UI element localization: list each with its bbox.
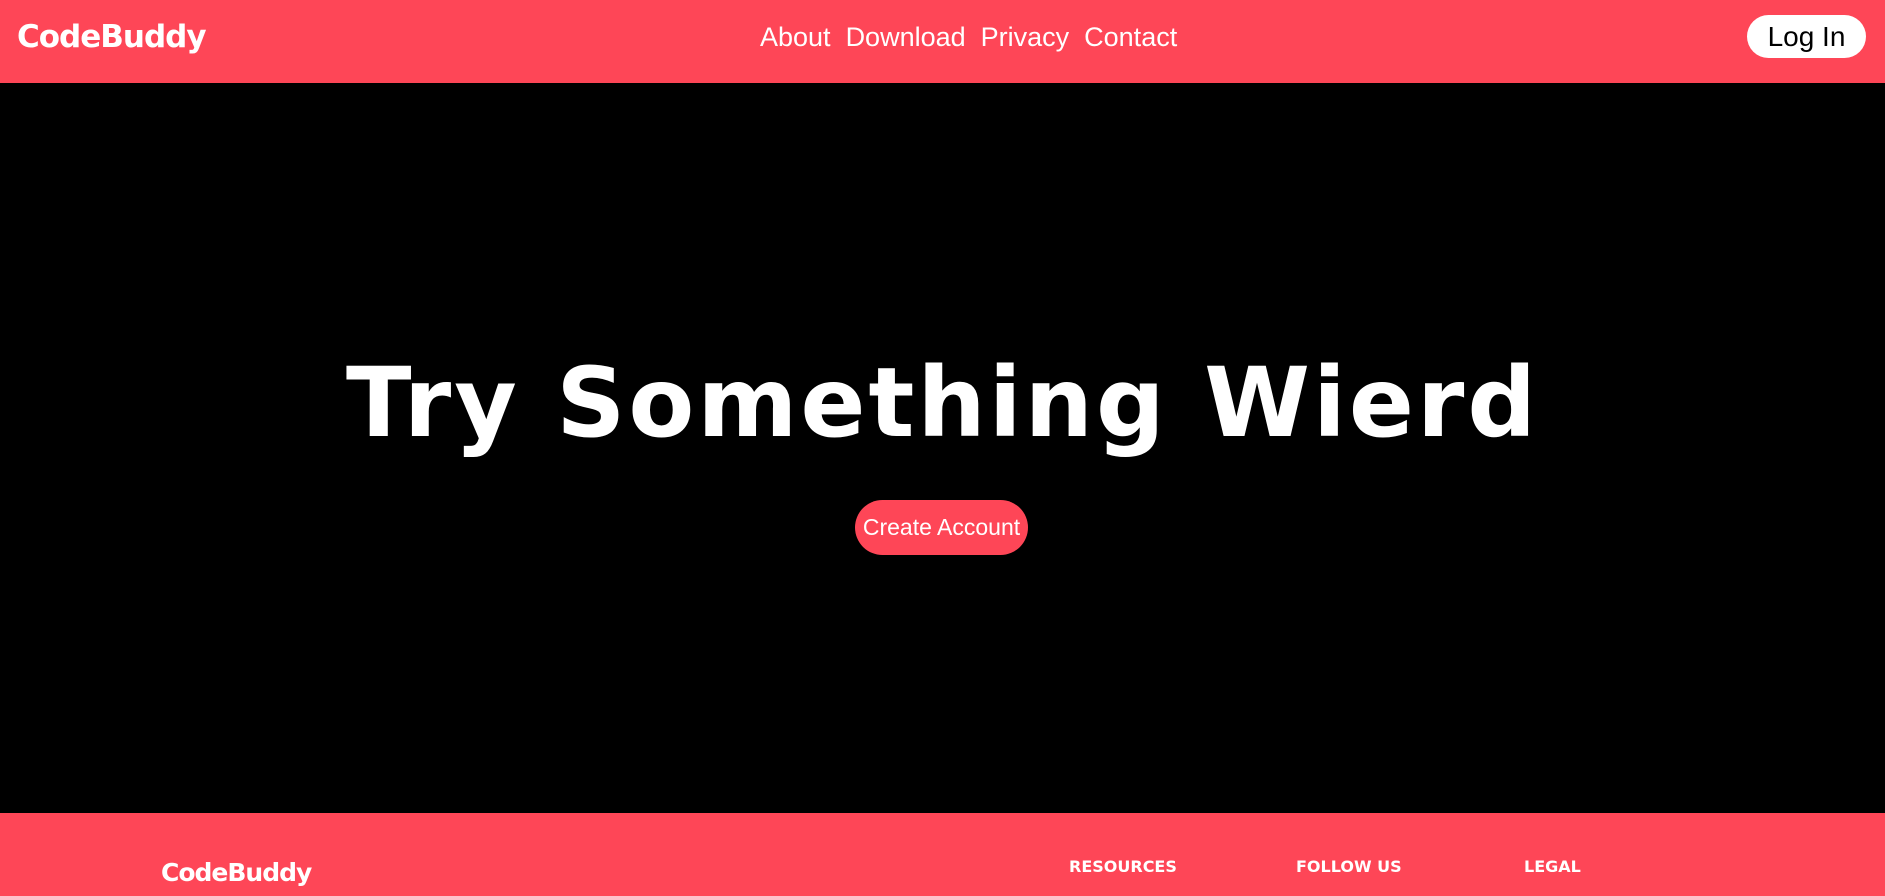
- top-navbar: CodeBuddy About Download Privacy Contact…: [0, 0, 1885, 83]
- footer-heading-follow-us: FOLLOW US: [1296, 857, 1402, 876]
- create-account-button[interactable]: Create Account: [855, 500, 1028, 555]
- nav-link-download[interactable]: Download: [846, 17, 966, 57]
- nav-link-about[interactable]: About: [760, 17, 831, 57]
- footer: CodeBuddy RESOURCES FOLLOW US LEGAL: [0, 813, 1885, 896]
- footer-brand-logo[interactable]: CodeBuddy: [161, 858, 312, 888]
- login-button[interactable]: Log In: [1747, 15, 1866, 58]
- footer-heading-legal: LEGAL: [1524, 857, 1581, 876]
- nav-link-privacy[interactable]: Privacy: [981, 17, 1070, 57]
- footer-heading-resources: RESOURCES: [1069, 857, 1177, 876]
- nav-link-contact[interactable]: Contact: [1084, 17, 1177, 57]
- main-nav: About Download Privacy Contact: [760, 17, 1177, 57]
- brand-logo[interactable]: CodeBuddy: [17, 17, 207, 57]
- hero-title: Try Something Wierd: [345, 347, 1540, 459]
- hero-section: Try Something Wierd Create Account: [0, 83, 1885, 813]
